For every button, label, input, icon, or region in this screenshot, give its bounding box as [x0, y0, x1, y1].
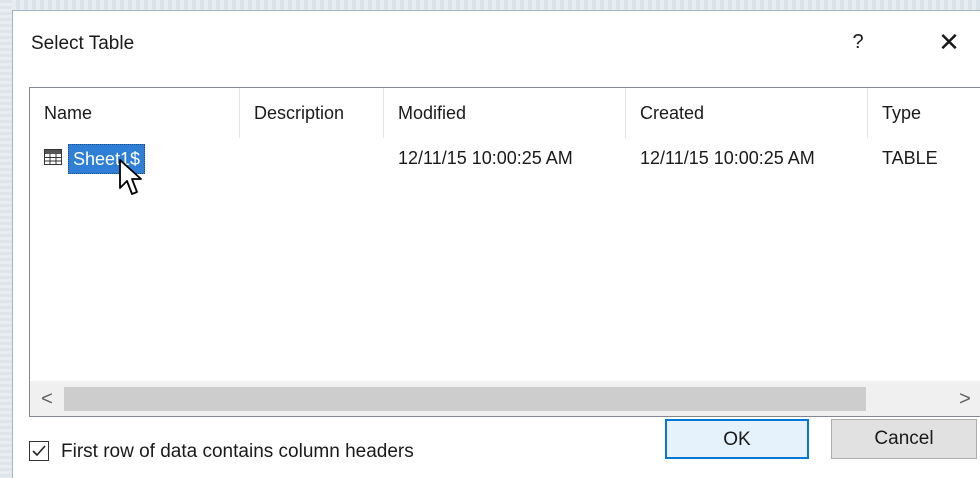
- table-row[interactable]: Sheet1$ 12/11/15 10:00:25 AM 12/11/15 10…: [30, 140, 980, 176]
- first-row-headers-checkbox[interactable]: [29, 441, 49, 461]
- table-list-view[interactable]: Name Description Modified Created Type S…: [29, 87, 980, 417]
- scroll-thumb[interactable]: [64, 387, 866, 411]
- select-table-dialog: Select Table ? ✕ Name Description Modifi…: [12, 10, 980, 478]
- column-header-modified[interactable]: Modified: [384, 88, 626, 138]
- created-cell: 12/11/15 10:00:25 AM: [640, 148, 815, 168]
- column-header-description[interactable]: Description: [240, 88, 384, 138]
- mouse-pointer-icon: [119, 159, 142, 195]
- column-header-created[interactable]: Created: [626, 88, 868, 138]
- close-button[interactable]: ✕: [929, 25, 969, 59]
- table-icon: [44, 149, 62, 165]
- help-button[interactable]: ?: [843, 25, 873, 59]
- checkmark-icon: [32, 445, 46, 457]
- ok-button[interactable]: OK: [665, 419, 809, 459]
- scroll-left-icon[interactable]: <: [30, 382, 64, 416]
- modified-cell: 12/11/15 10:00:25 AM: [398, 148, 573, 168]
- column-header-type[interactable]: Type: [868, 88, 980, 138]
- window-frame-left: [0, 0, 12, 478]
- scroll-right-icon[interactable]: >: [948, 382, 980, 416]
- column-headers: Name Description Modified Created Type: [30, 88, 980, 139]
- cancel-button[interactable]: Cancel: [831, 419, 977, 459]
- column-header-name[interactable]: Name: [30, 88, 240, 138]
- horizontal-scrollbar[interactable]: < >: [30, 381, 980, 416]
- dialog-title: Select Table: [31, 33, 135, 54]
- first-row-headers-label[interactable]: First row of data contains column header…: [61, 439, 414, 465]
- type-cell: TABLE: [882, 148, 938, 168]
- window-frame-top: [0, 0, 980, 10]
- close-icon: ✕: [938, 27, 960, 57]
